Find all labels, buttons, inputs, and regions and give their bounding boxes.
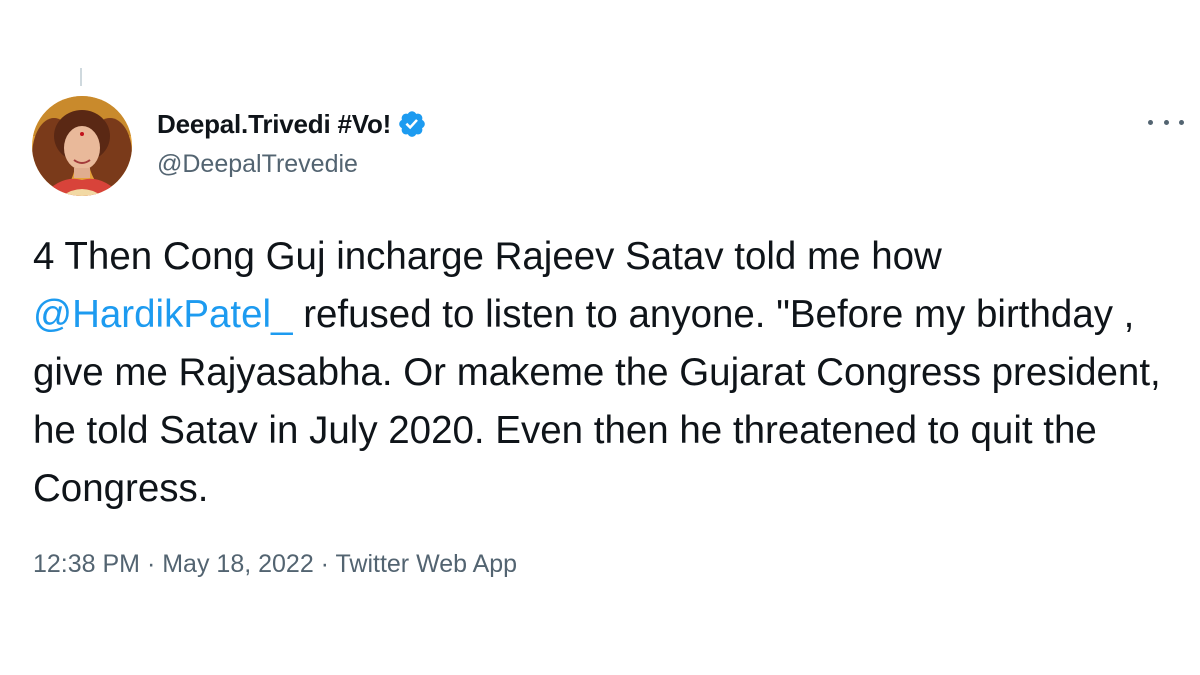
- more-horizontal-icon-dot: [1179, 119, 1184, 125]
- thread-connector-line: [80, 68, 82, 86]
- tweet-source[interactable]: Twitter Web App: [336, 550, 518, 578]
- more-horizontal-icon: [1148, 119, 1153, 125]
- more-options-button[interactable]: [1148, 110, 1184, 134]
- author-name-row[interactable]: Deepal.Trivedi #Vo!: [157, 106, 427, 142]
- tweet-text-lead: 4 Then Cong Guj incharge Rajeev Satav to…: [33, 235, 942, 278]
- mention-link[interactable]: @HardikPatel_: [33, 293, 293, 336]
- tweet-time[interactable]: 12:38 PM: [33, 550, 140, 578]
- profile-photo: [32, 96, 132, 196]
- tweet-text: 4 Then Cong Guj incharge Rajeev Satav to…: [33, 228, 1173, 518]
- meta-separator: ·: [140, 550, 163, 578]
- avatar[interactable]: [32, 96, 132, 196]
- tweet-meta: 12:38 PM · May 18, 2022 · Twitter Web Ap…: [33, 550, 517, 579]
- meta-separator: ·: [313, 550, 336, 578]
- tweet-date[interactable]: May 18, 2022: [162, 550, 314, 578]
- tweet-card: Deepal.Trivedi #Vo! @DeepalTrevedie 4 Th…: [0, 0, 1200, 675]
- author-handle[interactable]: @DeepalTrevedie: [157, 150, 358, 179]
- verified-badge-icon: [397, 109, 427, 139]
- author-display-name[interactable]: Deepal.Trivedi #Vo!: [157, 109, 391, 140]
- more-horizontal-icon-dot: [1163, 119, 1169, 125]
